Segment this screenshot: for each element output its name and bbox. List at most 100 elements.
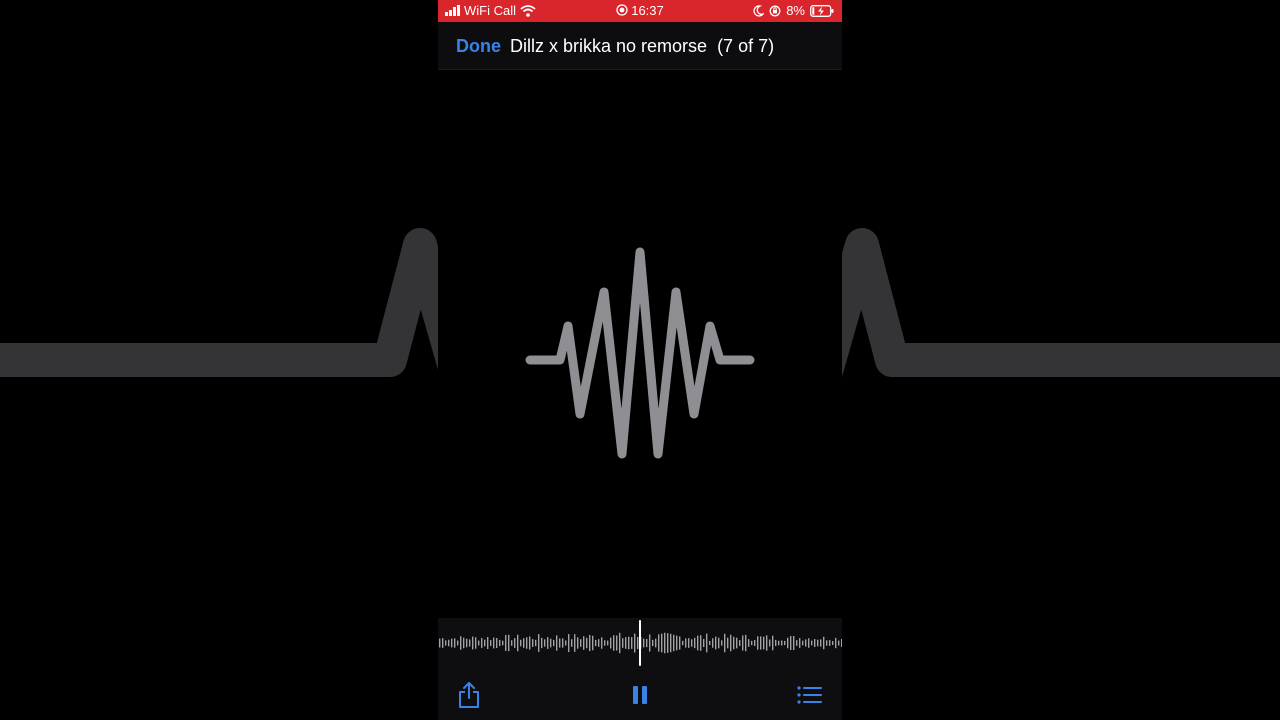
waveform-bar	[556, 635, 558, 651]
waveform-bar	[502, 640, 504, 646]
waveform-bar	[460, 636, 462, 650]
waveform-bar	[475, 637, 477, 649]
waveform-bar	[601, 637, 603, 649]
waveform-bar	[457, 640, 459, 646]
waveform-bar	[517, 634, 519, 652]
waveform-bar	[841, 638, 842, 648]
waveform-bar	[748, 639, 750, 647]
waveform-bar	[754, 639, 756, 647]
waveform-bar	[496, 638, 498, 648]
waveform-bar	[751, 640, 753, 646]
audio-waveform-icon	[525, 247, 755, 459]
waveform-bar	[577, 637, 579, 649]
pause-icon	[633, 686, 647, 704]
bottom-toolbar	[438, 670, 842, 720]
waveform-bar	[559, 638, 561, 648]
waveform-bar	[760, 636, 762, 650]
waveform-bar	[820, 639, 822, 647]
playhead[interactable]	[639, 620, 641, 666]
share-button[interactable]	[454, 680, 484, 710]
waveform-bar	[532, 639, 534, 647]
screen-recording-icon	[616, 4, 628, 16]
waveform-bar	[808, 638, 810, 648]
waveform-bar	[811, 640, 813, 646]
waveform-bar	[769, 639, 771, 647]
waveform-bar	[685, 638, 687, 648]
waveform-bar	[481, 638, 483, 648]
waveform-bar	[622, 638, 624, 648]
waveform-bar	[466, 638, 468, 648]
waveform-bar	[523, 638, 525, 648]
waveform-bar	[802, 640, 804, 646]
waveform-bar	[718, 637, 720, 649]
waveform-bar	[451, 638, 453, 648]
recording-count: (7 of 7)	[717, 36, 775, 56]
waveform-bar	[784, 640, 786, 646]
waveform-bar	[781, 640, 783, 646]
waveform-bar	[649, 634, 651, 652]
waveform-bar	[832, 640, 834, 646]
waveform-bar	[595, 639, 597, 647]
list-icon	[797, 686, 822, 704]
waveform-bar	[715, 636, 717, 650]
waveform-bar	[721, 640, 723, 646]
waveform-bar	[493, 637, 495, 649]
waveform-bar	[562, 638, 564, 648]
waveform-bar	[736, 637, 738, 649]
waveform-bar	[679, 636, 681, 650]
pause-button[interactable]	[625, 680, 655, 710]
list-button[interactable]	[795, 680, 825, 710]
waveform-bar	[592, 635, 594, 651]
waveform-bar	[670, 633, 672, 653]
waveform-bar	[487, 636, 489, 650]
waveform-bar	[586, 637, 588, 649]
waveform-bar	[535, 639, 537, 647]
done-button[interactable]: Done	[456, 36, 501, 57]
waveform-bar	[730, 634, 732, 652]
waveform-bar	[526, 637, 528, 649]
waveform-bar	[763, 636, 765, 650]
waveform-bar	[838, 640, 840, 646]
waveform-bar	[610, 637, 612, 649]
waveform-bar	[463, 637, 465, 649]
waveform-bar	[682, 640, 684, 646]
waveform-bar	[541, 637, 543, 649]
waveform-bar	[703, 638, 705, 648]
waveform-bar	[709, 640, 711, 646]
waveform-bar	[568, 633, 570, 653]
status-time: 16:37	[631, 3, 664, 18]
waveform-bar	[757, 636, 759, 650]
waveform-bar	[448, 639, 450, 647]
waveform-bar	[775, 639, 777, 647]
waveform-bar	[658, 634, 660, 652]
waveform-bar	[613, 635, 615, 651]
waveform-bar	[616, 635, 618, 651]
waveform-bar	[691, 639, 693, 647]
waveform-bar	[538, 634, 540, 652]
waveform-bar	[445, 640, 447, 646]
battery-percent: 8%	[786, 3, 805, 18]
waveform-bar	[607, 640, 609, 646]
waveform-bar	[646, 638, 648, 648]
status-bar: WiFi Call 16:37 8%	[438, 0, 842, 22]
waveform-bar	[799, 638, 801, 648]
moon-icon	[753, 4, 765, 17]
status-right: 8%	[753, 3, 834, 18]
waveform-bar	[817, 639, 819, 647]
waveform-scrubber[interactable]	[438, 618, 842, 670]
waveform-bar	[835, 637, 837, 649]
waveform-bar	[814, 639, 816, 647]
waveform-bar	[634, 633, 636, 653]
waveform-bar	[472, 636, 474, 650]
waveform-bar	[574, 634, 576, 652]
battery-charging-icon	[810, 4, 834, 17]
waveform-bar	[652, 639, 654, 647]
waveform-bar	[511, 640, 513, 646]
waveform-bar	[529, 636, 531, 650]
waveform-bar	[550, 638, 552, 648]
waveform-bar	[745, 634, 747, 652]
waveform-bar	[604, 640, 606, 646]
share-icon	[459, 682, 479, 708]
waveform-bar	[733, 636, 735, 650]
waveform-bar	[625, 637, 627, 649]
